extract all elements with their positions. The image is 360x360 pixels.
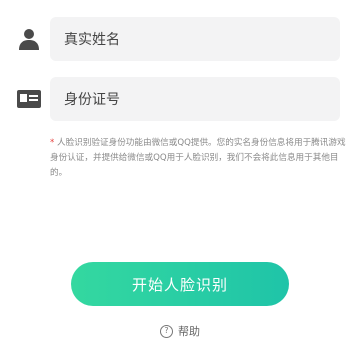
id-card-icon <box>17 90 41 108</box>
notice-text: 人脸识别验证身份功能由微信或QQ提供。您的实名身份信息将用于腾讯游戏身份认证，并… <box>50 138 346 178</box>
privacy-notice: * 人脸识别验证身份功能由微信或QQ提供。您的实名身份信息将用于腾讯游戏身份认证… <box>50 136 346 181</box>
id-number-input[interactable]: 身份证号 <box>50 77 340 121</box>
name-row: 真实姓名 <box>0 17 360 61</box>
help-link[interactable]: ? 帮助 <box>0 322 360 340</box>
notice-marker: * <box>50 138 55 148</box>
user-icon <box>19 29 39 50</box>
id-number-placeholder: 身份证号 <box>64 92 120 108</box>
real-name-input[interactable]: 真实姓名 <box>50 17 340 61</box>
id-row: 身份证号 <box>0 77 360 121</box>
help-label: 帮助 <box>178 325 200 338</box>
start-face-recognition-button[interactable]: 开始人脸识别 <box>71 262 289 306</box>
real-name-placeholder: 真实姓名 <box>64 32 120 48</box>
question-circle-icon: ? <box>160 324 173 338</box>
start-button-label: 开始人脸识别 <box>131 275 228 294</box>
